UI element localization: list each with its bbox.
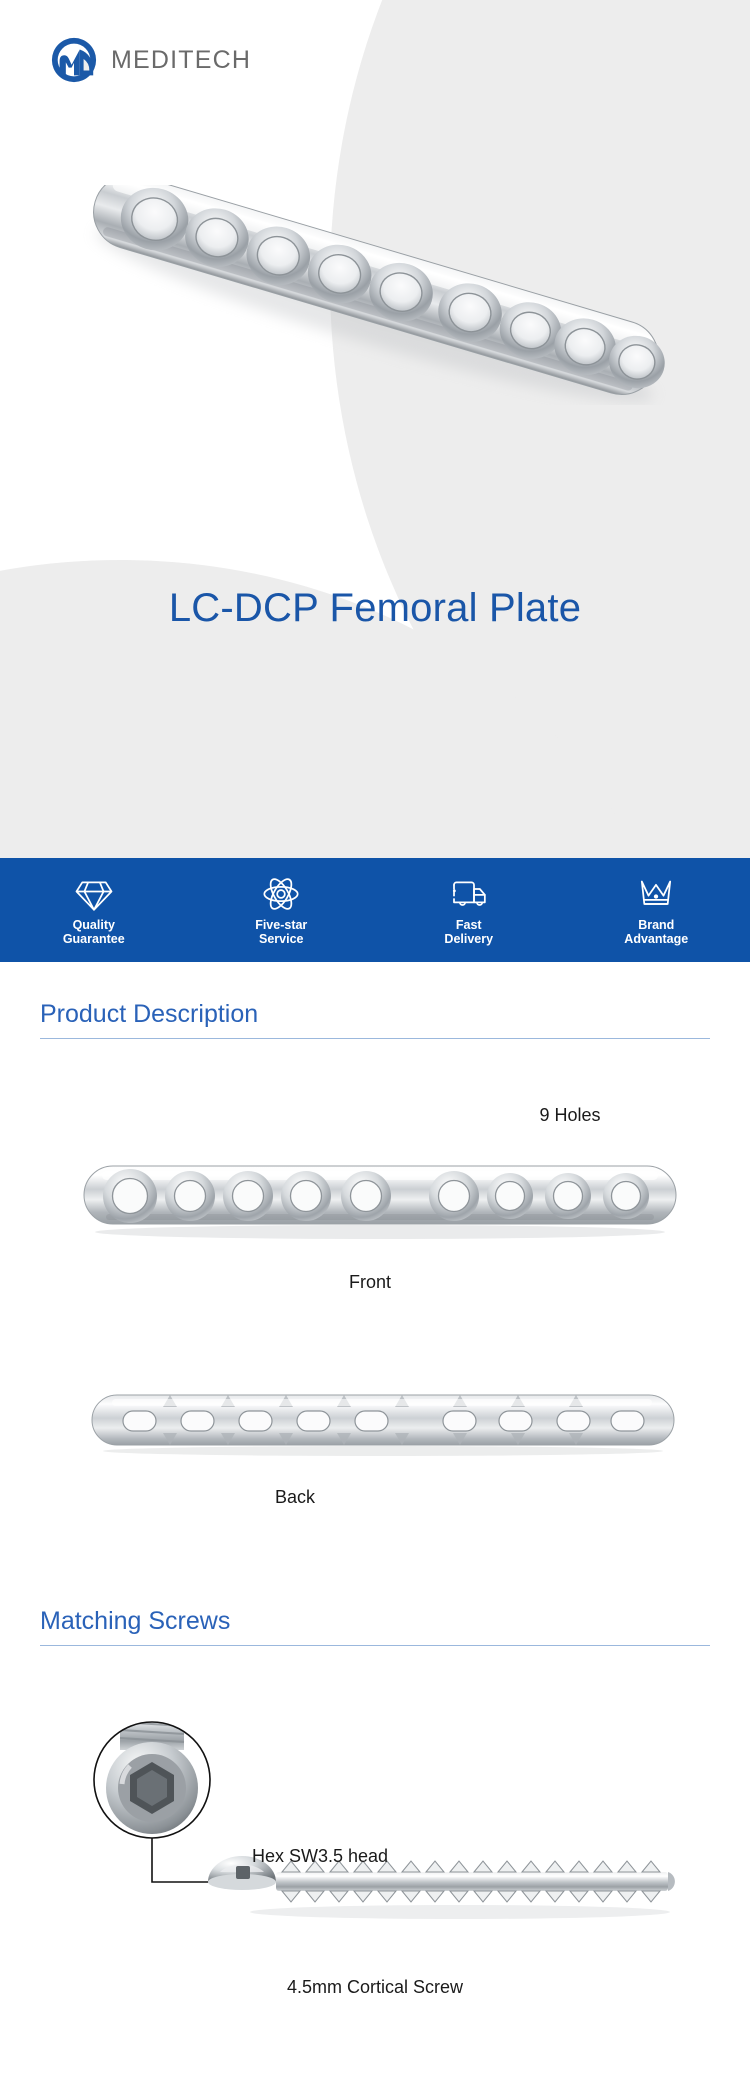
section-title: Matching Screws [40,1607,231,1635]
crown-icon [641,880,672,905]
feature-item-brand-advantage[interactable]: Brand Advantage [563,874,750,946]
plate-back-image [91,1394,675,1456]
feature-label: Five-star Service [255,918,308,946]
page-title: LC-DCP Femoral Plate [168,586,582,630]
back-view-label: Back [274,1487,316,1507]
truck-icon [452,881,486,906]
section-divider [40,1645,710,1646]
feature-item-quality-guarantee[interactable]: Quality Guarantee [0,874,188,946]
feature-item-five-star-service[interactable]: Five-star Service [188,874,376,946]
atom-icon [263,878,299,910]
meditech-logo-icon [51,37,97,83]
screw-head-magnifier-group [93,1721,211,1883]
hero-section: MEDITECH LC-DCP Femoral Plate [0,0,750,858]
screw-name-label: 4.5mm Cortical Screw [286,1977,464,1997]
feature-label: Quality Guarantee [62,918,125,946]
diamond-icon [75,881,113,911]
section-matching-screws: Matching Screws [40,1607,710,1646]
feature-banner: Quality Guarantee Five-star Service Fast… [0,858,750,962]
holes-count-label: 9 Holes [539,1105,601,1125]
hex-head-callout-label: Hex SW3.5 head [252,1846,389,1866]
brand-logo[interactable]: MEDITECH [50,36,251,84]
brand-name: MEDITECH [111,45,252,74]
plate-front-image [83,1165,677,1239]
feature-label: Brand Advantage [624,918,689,946]
feature-item-fast-delivery[interactable]: Fast Delivery [375,874,563,946]
hero-product-image [93,185,665,402]
section-divider [40,1038,710,1039]
front-view-label: Front [348,1272,391,1292]
matching-screw-figure [93,1721,675,1919]
feature-label: Fast Delivery [444,918,494,946]
section-title: Product Description [40,1000,259,1028]
section-product-description: Product Description [40,1000,710,1039]
